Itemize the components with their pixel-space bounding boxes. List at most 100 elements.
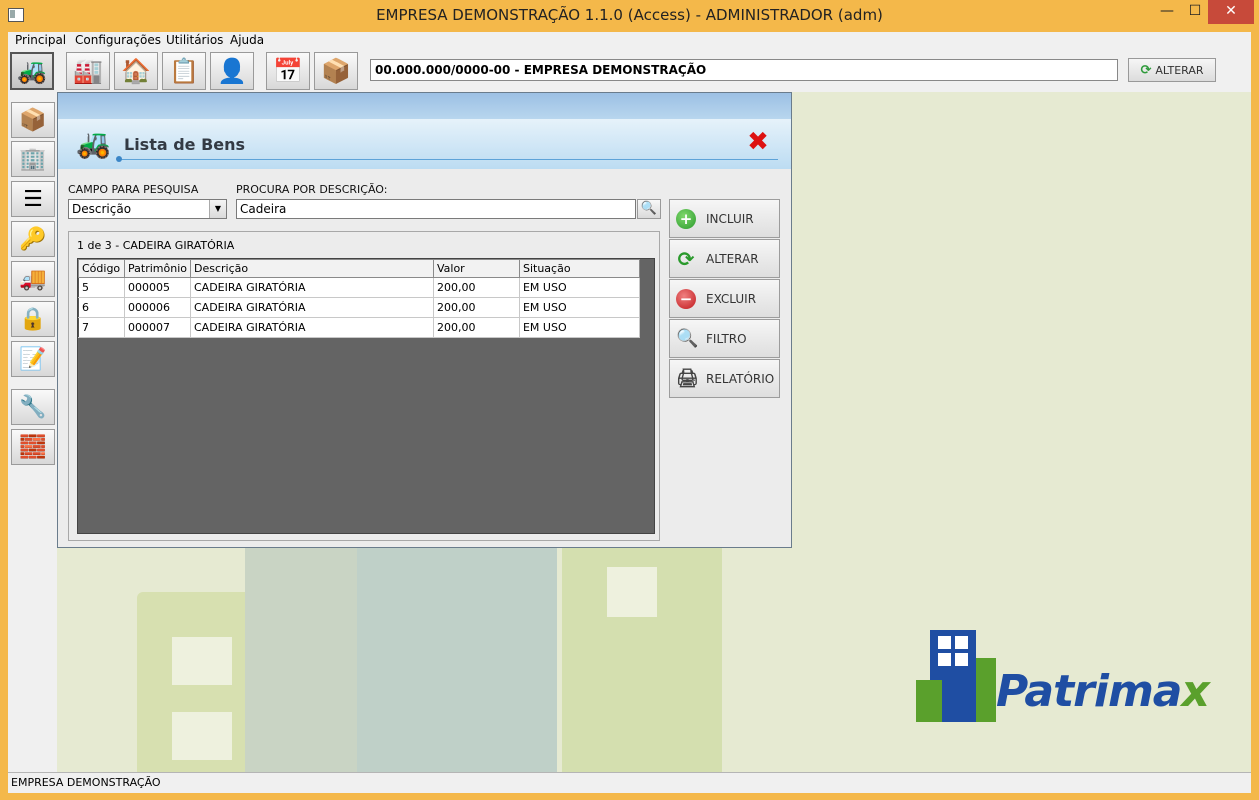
filtro-button[interactable]: 🔍 FILTRO <box>669 319 780 358</box>
menu-utilitarios[interactable]: Utilitários <box>166 33 223 47</box>
box-icon: 📦 <box>19 107 47 133</box>
alterar-company-button[interactable]: ⟳ ALTERAR <box>1128 58 1216 82</box>
column-header-descricao[interactable]: Descrição <box>189 259 434 278</box>
warehouse-icon: 🏭 <box>73 57 103 85</box>
table-row[interactable]: 6 000006 CADEIRA GIRATÓRIA 200,00 EM USO <box>78 297 640 318</box>
table-header-row: Código Patrimônio Descrição Valor Situaç… <box>78 259 640 278</box>
toolbar-warehouse-button[interactable]: 🏭 <box>66 52 110 90</box>
menu-configuracoes[interactable]: Configurações <box>75 33 161 47</box>
dialog-close-button[interactable]: ✖ <box>746 129 770 155</box>
logo-text: Patrimax <box>996 666 1210 717</box>
logo-building <box>976 658 996 722</box>
results-grid[interactable]: Código Patrimônio Descrição Valor Situaç… <box>77 258 655 534</box>
plus-icon: + <box>676 208 696 229</box>
window-close-button[interactable]: ✕ <box>1208 0 1254 24</box>
dialog-top-strip <box>58 93 791 119</box>
sidebar-truck-button[interactable]: 🚚 <box>11 261 55 297</box>
sidebar-key-button[interactable]: 🔑 <box>11 221 55 257</box>
column-header-codigo[interactable]: Código <box>78 259 125 278</box>
close-icon: ✖ <box>747 127 769 157</box>
table-row[interactable]: 7 000007 CADEIRA GIRATÓRIA 200,00 EM USO <box>78 317 640 338</box>
alterar-company-label: ALTERAR <box>1155 63 1204 77</box>
house-icon: 🏠 <box>121 57 151 85</box>
cell-codigo: 5 <box>78 277 125 298</box>
cell-patrimonio: 000005 <box>124 277 191 298</box>
table-row[interactable]: 5 000005 CADEIRA GIRATÓRIA 200,00 EM USO <box>78 277 640 298</box>
status-bar: EMPRESA DEMONSTRAÇÃO <box>8 772 1251 793</box>
sidebar-tools-button[interactable]: 🔧 <box>11 389 55 425</box>
sidebar: 📦 🏢 ☰ 🔑 🚚 🔒 📝 🔧 🧱 <box>8 92 57 772</box>
search-input[interactable]: Cadeira <box>236 199 636 219</box>
cell-descricao: CADEIRA GIRATÓRIA <box>189 277 434 298</box>
forklift-icon: 🚜 <box>76 127 111 160</box>
toolbar-house-button[interactable]: 🏠 <box>114 52 158 90</box>
column-header-valor[interactable]: Valor <box>432 259 520 278</box>
app-window: EMPRESA DEMONSTRAÇÃO 1.1.0 (Access) - AD… <box>0 0 1259 800</box>
header-dot <box>116 156 122 162</box>
incluir-label: INCLUIR <box>706 211 754 226</box>
toolbar-user-button[interactable]: 👤 <box>210 52 254 90</box>
minus-icon: − <box>676 288 696 309</box>
refresh-icon: ⟳ <box>677 246 695 271</box>
toolbar-clipboard-button[interactable]: 📋 <box>162 52 206 90</box>
cell-patrimonio: 000007 <box>124 317 191 338</box>
incluir-button[interactable]: + INCLUIR <box>669 199 780 238</box>
sidebar-tree-button[interactable]: ☰ <box>11 181 55 217</box>
sidebar-document-button[interactable]: 📝 <box>11 341 55 377</box>
campo-label: CAMPO PARA PESQUISA <box>68 183 199 196</box>
alterar-label: ALTERAR <box>706 251 759 266</box>
cell-situacao: EM USO <box>518 277 640 298</box>
excluir-button[interactable]: − EXCLUIR <box>669 279 780 318</box>
procura-label: PROCURA POR DESCRIÇÃO: <box>236 183 388 196</box>
filtro-label: FILTRO <box>706 331 747 346</box>
column-header-situacao[interactable]: Situação <box>518 259 640 278</box>
excluir-label: EXCLUIR <box>706 291 757 306</box>
background-window <box>172 637 232 685</box>
alterar-button[interactable]: ⟳ ALTERAR <box>669 239 780 278</box>
relatorio-label: RELATÓRIO <box>706 371 775 386</box>
user-icon: 👤 <box>217 57 247 85</box>
sidebar-brick-button[interactable]: 🧱 <box>11 429 55 465</box>
cell-valor: 200,00 <box>432 277 520 298</box>
toolbar: 🚜 🏭 🏠 📋 👤 📅 📦 00.000.000/0000-00 - EMPRE… <box>8 50 1251 92</box>
patrimax-logo: Patrimax <box>916 628 1216 728</box>
chevron-down-icon[interactable]: ▼ <box>209 200 226 218</box>
cell-patrimonio: 000006 <box>124 297 191 318</box>
dialog-title: Lista de Bens <box>124 135 246 154</box>
results-table: Código Patrimônio Descrição Valor Situaç… <box>78 259 640 338</box>
window-title: EMPRESA DEMONSTRAÇÃO 1.1.0 (Access) - AD… <box>376 6 883 24</box>
search-button[interactable]: 🔍 <box>637 199 661 219</box>
key-icon: 🔑 <box>19 226 47 252</box>
sidebar-box-button[interactable]: 📦 <box>11 102 55 138</box>
sidebar-org-button[interactable]: 🏢 <box>11 141 55 177</box>
lock-icon: 🔒 <box>19 306 47 332</box>
logo-window <box>955 636 968 649</box>
results-panel: 1 de 3 - CADEIRA GIRATÓRIA Código Patrim… <box>68 231 660 541</box>
column-header-patrimonio[interactable]: Patrimônio <box>124 259 191 278</box>
menu-bar: Principal Configurações Utilitários Ajud… <box>8 32 1251 50</box>
magnifier-icon: 🔍 <box>676 327 699 349</box>
logo-building <box>916 680 942 722</box>
dialog-header: 🚜 Lista de Bens <box>58 119 791 169</box>
maximize-button[interactable]: ☐ <box>1178 0 1212 24</box>
lista-de-bens-dialog: 🚜 Lista de Bens ✖ CAMPO PARA PESQUISA PR… <box>57 92 792 548</box>
sidebar-lock-button[interactable]: 🔒 <box>11 301 55 337</box>
search-icon: 🔍 <box>640 201 658 216</box>
background-building <box>357 532 557 772</box>
campo-select[interactable]: Descrição ▼ <box>68 199 227 219</box>
menu-ajuda[interactable]: Ajuda <box>230 33 264 47</box>
campo-select-value: Descrição <box>72 202 132 216</box>
company-field[interactable]: 00.000.000/0000-00 - EMPRESA DEMONSTRAÇÃ… <box>370 59 1118 81</box>
toolbar-box-button[interactable]: 📦 <box>314 52 358 90</box>
menu-principal[interactable]: Principal <box>15 33 66 47</box>
clipboard-icon: 📋 <box>169 57 199 85</box>
cell-codigo: 7 <box>78 317 125 338</box>
box-icon: 📦 <box>321 57 351 85</box>
printer-icon: 🖨 <box>676 367 699 389</box>
cell-situacao: EM USO <box>518 297 640 318</box>
relatorio-button[interactable]: 🖨 RELATÓRIO <box>669 359 780 398</box>
toolbar-bens-button[interactable]: 🚜 <box>10 52 54 90</box>
status-text: EMPRESA DEMONSTRAÇÃO <box>11 776 161 789</box>
cell-descricao: CADEIRA GIRATÓRIA <box>189 297 434 318</box>
toolbar-calendar-button[interactable]: 📅 <box>266 52 310 90</box>
